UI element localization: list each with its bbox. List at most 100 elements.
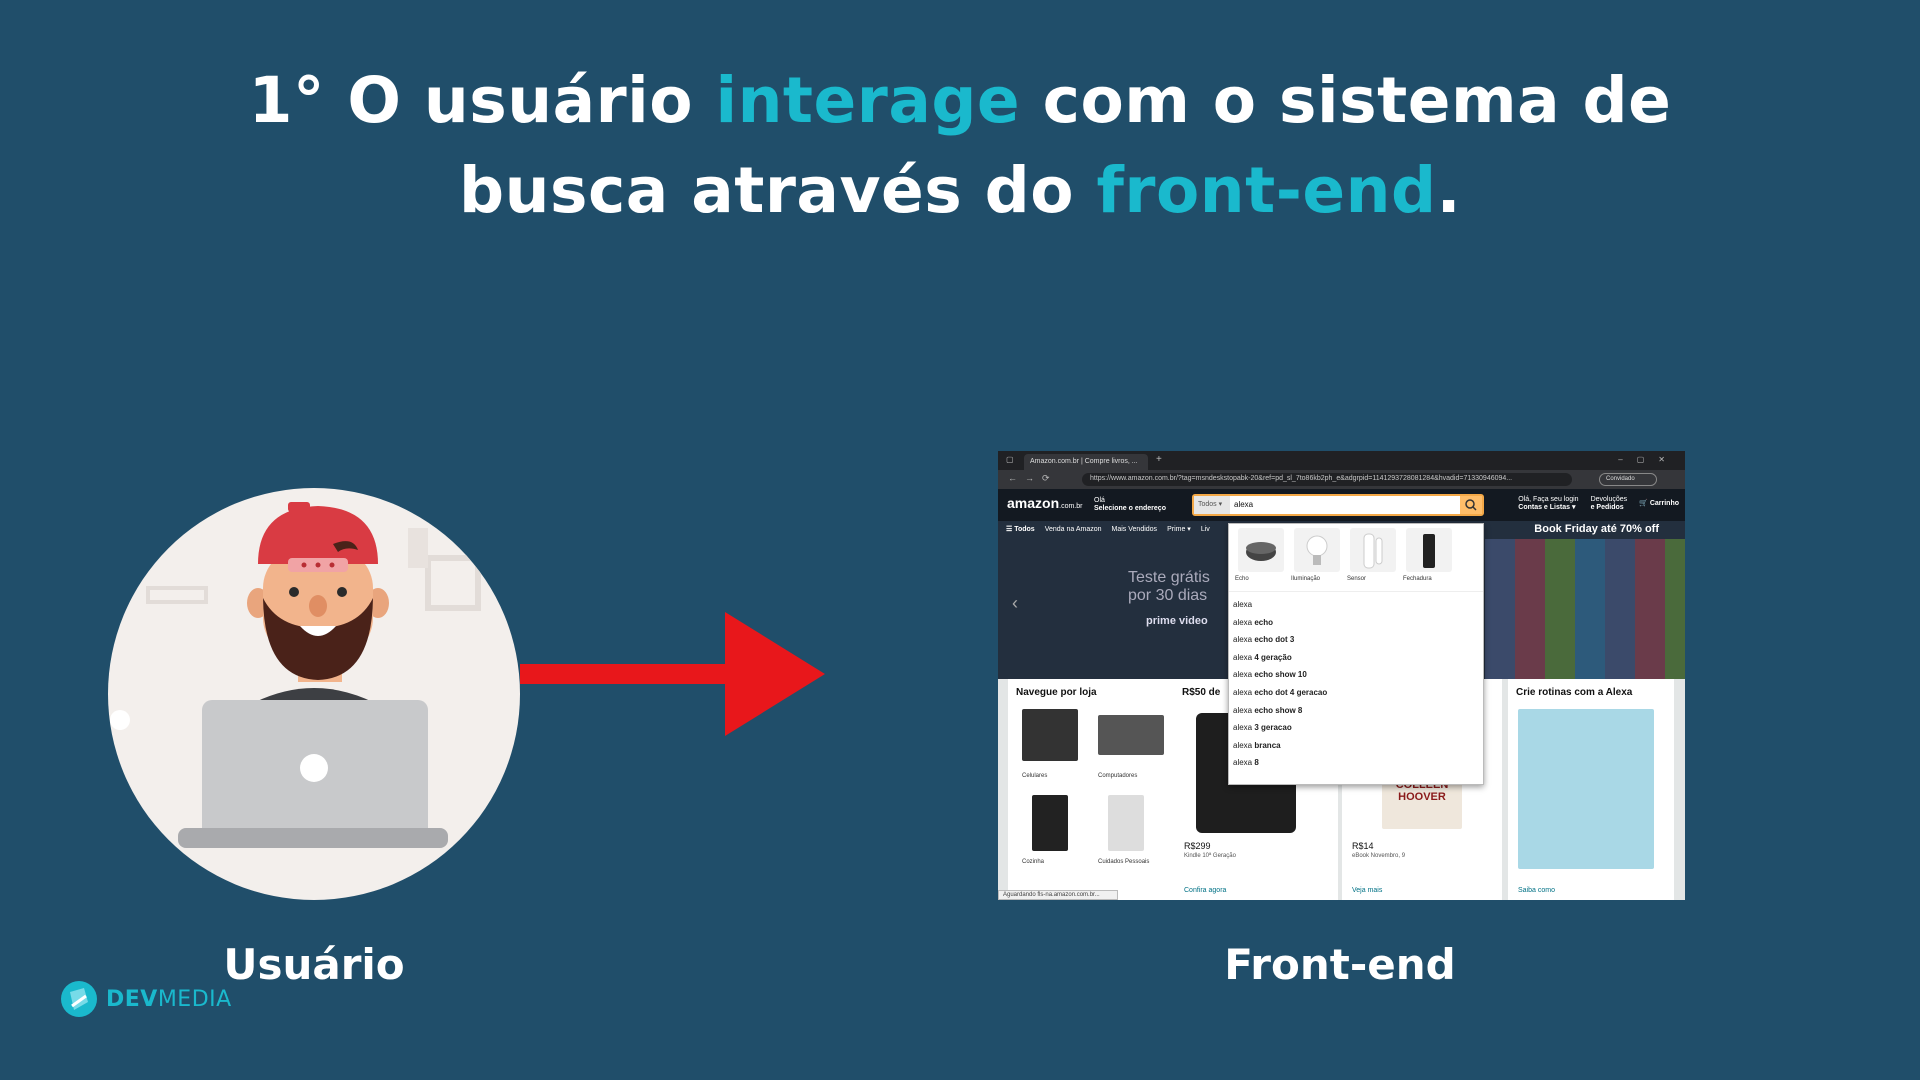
routines-thumb (1518, 709, 1654, 869)
arrow-right-icon (520, 612, 825, 736)
card-desc: Kindle 10ª Geração (1184, 853, 1236, 859)
title-text: com o sistema de (1020, 64, 1672, 137)
suggestion-prefix: alexa (1233, 758, 1255, 768)
search-icon (1465, 499, 1477, 511)
subnav-item[interactable]: Prime ▾ (1167, 526, 1191, 533)
suggestion-item[interactable]: alexa branca (1233, 737, 1479, 755)
lock-icon (1406, 528, 1452, 572)
account-lists[interactable]: Olá, Faça seu login Contas e Listas ▾ (1518, 496, 1578, 512)
card-link[interactable]: Veja mais (1352, 887, 1382, 894)
search-button[interactable] (1460, 496, 1482, 514)
subnav-item[interactable]: ☰ Todos (1006, 526, 1035, 533)
devmedia-logo-icon (61, 981, 97, 1017)
card-item-label: Celulares (1022, 773, 1048, 779)
coffee-machine-thumb (1032, 795, 1068, 851)
suggestion-item[interactable]: alexa echo show 10 (1233, 666, 1479, 684)
cart-button[interactable]: 🛒 Carrinho (1639, 496, 1679, 512)
card-alexa-routines[interactable]: Crie rotinas com a Alexa Saiba como (1508, 679, 1674, 900)
card-link[interactable]: Saiba como (1518, 887, 1555, 894)
suggestion-prefix: alexa (1233, 635, 1255, 645)
suggestion-item[interactable]: alexa 8 (1233, 754, 1479, 772)
suggestion-prefix: alexa (1233, 723, 1255, 733)
suggestion-item[interactable]: alexa (1233, 596, 1479, 614)
title-highlight-interage: interage (715, 64, 1021, 137)
browser-tab-bar: ▢ Amazon.com.br | Compre livros, ... + –… (998, 451, 1685, 470)
suggestion-prefix: alexa (1233, 670, 1255, 680)
search-bar[interactable]: Todos ▾ alexa (1192, 494, 1484, 516)
laptop-thumb (1098, 715, 1164, 755)
hero-movie-tiles (1485, 539, 1685, 679)
orders-line2: e Pedidos (1590, 504, 1624, 511)
title-text: . (1436, 154, 1461, 227)
title-text: busca através do (459, 154, 1097, 227)
card-title: Crie rotinas com a Alexa (1516, 687, 1633, 698)
card-price: R$299 (1184, 841, 1211, 851)
status-bar: Aguardando fls-na.amazon.com.br... (998, 890, 1118, 900)
sensor-icon (1350, 528, 1396, 572)
suggestion-suffix: echo show 10 (1254, 670, 1307, 680)
card-link[interactable]: Confira agora (1184, 887, 1226, 894)
header-right: Olá, Faça seu login Contas e Listas ▾ Dev… (1518, 496, 1679, 512)
caption-usuario: Usuário (223, 940, 405, 989)
suggestion-suffix: 8 (1254, 758, 1259, 768)
promo-banner-text[interactable]: Book Friday até 70% off (1534, 523, 1659, 535)
card-item-label: Computadores (1098, 773, 1138, 779)
card-title: Navegue por loja (1016, 687, 1097, 698)
suggestion-item[interactable]: alexa 3 geracao (1233, 719, 1479, 737)
suggestion-suffix: echo dot 4 geracao (1254, 687, 1328, 697)
nav-arrows-icon[interactable]: ←→⟳ (1008, 473, 1058, 484)
search-input[interactable]: alexa (1234, 500, 1253, 509)
card-desc: eBook Novembro, 9 (1352, 853, 1406, 859)
suggestion-item[interactable]: alexa echo dot 4 geracao (1233, 684, 1479, 702)
subnav-item[interactable]: Liv (1201, 526, 1210, 533)
card-item-label: Cozinha (1022, 859, 1045, 865)
card-item-label: Cuidados Pessoais (1098, 859, 1150, 865)
cart-icon: 🛒 (1639, 500, 1648, 507)
subnav-item[interactable]: Venda na Amazon (1045, 526, 1102, 533)
logo-text: amazon (1007, 495, 1060, 511)
returns-orders[interactable]: Devoluções e Pedidos (1591, 496, 1628, 512)
product-label: Sensor (1347, 576, 1367, 582)
suggestion-item[interactable]: alexa 4 geração (1233, 649, 1479, 667)
tab-actions-icon[interactable]: ▢ (1006, 455, 1014, 464)
amazon-header: amazon.com.br Olá Selecione o endereço T… (998, 489, 1685, 521)
suggested-products: Echo Iluminação Sensor Fechadura (1229, 524, 1483, 592)
browser-tab[interactable]: Amazon.com.br | Compre livros, ... (1024, 454, 1148, 470)
suggested-product[interactable]: Iluminação (1291, 528, 1343, 588)
suggestion-item[interactable]: alexa echo dot 3 (1233, 631, 1479, 649)
carousel-prev-icon[interactable]: ‹ (1012, 593, 1018, 614)
user-at-laptop-icon (110, 502, 481, 848)
suggestion-suffix: echo dot 3 (1254, 635, 1295, 645)
prime-video-logo: prime video (1146, 615, 1208, 627)
new-tab-icon[interactable]: + (1156, 454, 1162, 465)
addr-line1: Olá (1094, 497, 1105, 504)
guest-profile-button[interactable]: Convidado (1599, 473, 1657, 486)
suggestion-suffix: 3 geracao (1254, 723, 1292, 733)
suggested-product[interactable]: Sensor (1347, 528, 1399, 588)
title-highlight-front-end: front-end (1096, 154, 1437, 227)
suggested-product[interactable]: Fechadura (1403, 528, 1455, 588)
phone-thumb (1022, 709, 1078, 761)
suggestion-suffix: 4 geração (1254, 652, 1292, 662)
addr-line2: Selecione o endereço (1094, 505, 1166, 512)
address-selector[interactable]: Olá Selecione o endereço (1094, 497, 1166, 513)
url-field[interactable]: https://www.amazon.com.br/?tag=msndeskst… (1082, 473, 1572, 486)
search-category-select[interactable]: Todos ▾ (1194, 496, 1230, 514)
suggestion-prefix: alexa (1233, 617, 1255, 627)
product-label: Fechadura (1403, 576, 1432, 582)
search-suggestions-dropdown: Echo Iluminação Sensor Fechadura alexa a… (1228, 523, 1484, 785)
card-navegue[interactable]: Navegue por loja Celulares Computadores … (1008, 679, 1176, 900)
devmedia-logo: DEVMEDIA (60, 980, 232, 1018)
suggestion-prefix: alexa (1233, 740, 1255, 750)
lightbulb-icon (1294, 528, 1340, 572)
suggestion-prefix: alexa (1233, 687, 1255, 697)
suggested-product[interactable]: Echo (1235, 528, 1287, 588)
amazon-logo[interactable]: amazon.com.br (1007, 495, 1082, 511)
suggestion-item[interactable]: alexa echo (1233, 614, 1479, 632)
window-controls[interactable]: –▢✕ (1618, 455, 1679, 464)
subnav-item[interactable]: Mais Vendidos (1112, 526, 1158, 533)
page-title: 1° O usuário interage com o sistema de b… (160, 56, 1760, 236)
hero-line2: por 30 dias (1128, 587, 1208, 604)
tab-title: Amazon.com.br | Compre livros, ... (1030, 458, 1138, 465)
suggestion-item[interactable]: alexa echo show 8 (1233, 702, 1479, 720)
